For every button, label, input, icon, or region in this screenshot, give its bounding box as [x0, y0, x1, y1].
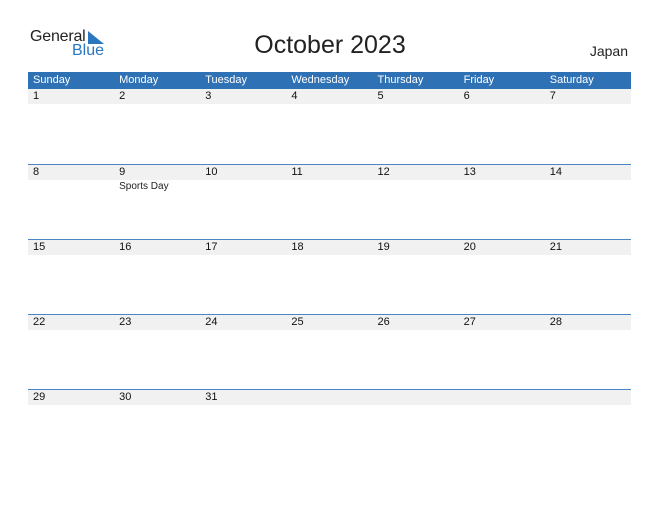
day-number: 15: [33, 241, 46, 253]
weekday-label: Tuesday: [205, 74, 248, 86]
events-row: Sports Day: [28, 180, 631, 193]
day-number: 6: [463, 90, 470, 102]
day-number: [286, 390, 372, 405]
day-number-strip: 29 30 31: [28, 390, 631, 405]
day-number: 16: [119, 241, 132, 253]
day-number: 10: [205, 166, 218, 178]
weekday-label: Friday: [463, 74, 495, 86]
day-number: 25: [291, 316, 304, 328]
day-number: 18: [291, 241, 304, 253]
page-title: October 2023: [254, 31, 406, 59]
day-number: 28: [549, 316, 562, 328]
day-number: 20: [463, 241, 476, 253]
weekday-header: Sunday Monday Tuesday Wednesday Thursday…: [28, 72, 631, 89]
week-row: 22 23 24 25 26 27 28: [28, 314, 631, 389]
day-number-strip: 15 16 17 18 19 20 21: [28, 240, 631, 255]
weekday-label: Wednesday: [291, 74, 350, 86]
day-number-strip: 22 23 24 25 26 27 28: [28, 315, 631, 330]
day-number: 30: [119, 391, 132, 403]
day-number: [545, 390, 631, 405]
day-number: 12: [377, 166, 390, 178]
day-number: 19: [377, 241, 390, 253]
week-row: 15 16 17 18 19 20 21: [28, 239, 631, 314]
holiday-event: [373, 180, 459, 193]
country-label: Japan: [589, 43, 628, 59]
weekday-label: Thursday: [377, 74, 424, 86]
holiday-event: [200, 180, 286, 193]
week-row: 1 2 3 4 5 6 7: [28, 89, 631, 164]
day-number: 14: [549, 166, 562, 178]
weekday-label: Sunday: [33, 74, 71, 86]
day-number: 24: [205, 316, 218, 328]
day-number: 29: [33, 391, 46, 403]
day-number: 13: [463, 166, 476, 178]
day-number: [373, 390, 459, 405]
weekday-label: Monday: [119, 74, 159, 86]
day-number: 31: [205, 391, 218, 403]
holiday-event: [459, 180, 545, 193]
day-number: 11: [291, 166, 303, 178]
day-number: 5: [377, 90, 384, 102]
holiday-event: [545, 180, 631, 193]
day-number: 22: [33, 316, 46, 328]
day-number: 4: [291, 90, 298, 102]
day-number: [459, 390, 545, 405]
calendar-grid: Sunday Monday Tuesday Wednesday Thursday…: [28, 72, 631, 464]
holiday-event: [28, 180, 114, 193]
day-number: 27: [463, 316, 476, 328]
holiday-event: [286, 180, 372, 193]
day-number: 2: [119, 90, 126, 102]
day-number: 8: [33, 166, 40, 178]
day-number: 3: [205, 90, 212, 102]
weekday-label: Saturday: [549, 74, 594, 86]
week-row: 8 9 10 11 12 13 14 Sports Day: [28, 164, 631, 239]
day-number: 7: [549, 90, 556, 102]
day-number: 9: [119, 166, 126, 178]
day-number: 23: [119, 316, 132, 328]
holiday-event: Sports Day: [119, 181, 169, 192]
day-number: 21: [549, 241, 562, 253]
day-number-strip: 1 2 3 4 5 6 7: [28, 89, 631, 104]
day-number: 26: [377, 316, 390, 328]
day-number-strip: 8 9 10 11 12 13 14: [28, 165, 631, 180]
day-number: 17: [205, 241, 218, 253]
day-number: 1: [33, 90, 40, 102]
week-row: 29 30 31: [28, 389, 631, 464]
